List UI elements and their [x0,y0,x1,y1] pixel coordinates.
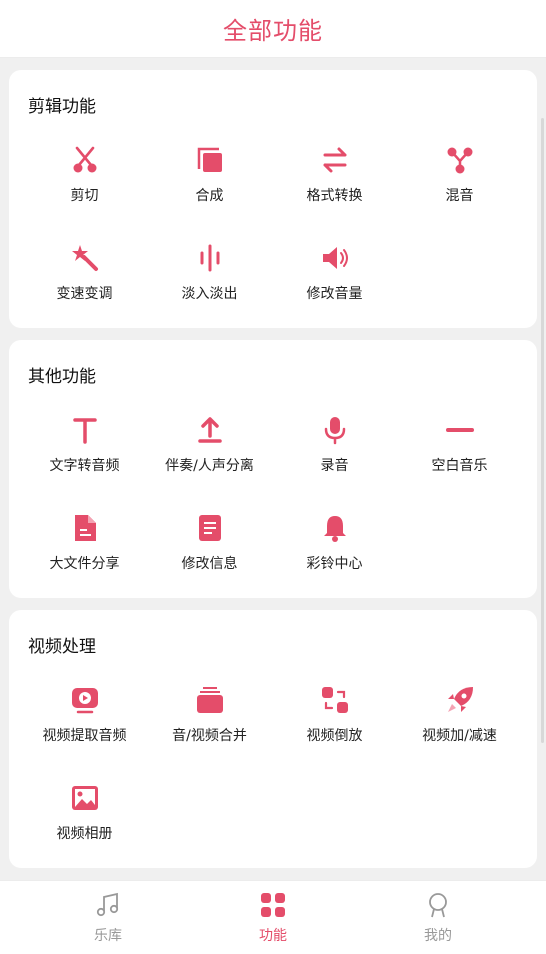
feature-cut[interactable]: 剪切 [22,145,147,215]
feature-merge[interactable]: 合成 [147,145,272,215]
scrollbar[interactable] [541,118,544,743]
reverse-icon [320,685,350,715]
feature-label: 修改音量 [306,286,363,302]
minus-icon [445,415,475,445]
feature-video-extract-audio[interactable]: 视频提取音频 [22,685,147,755]
stack-icon [195,685,225,715]
main-content[interactable]: 剪辑功能 剪切 合成 格式转换 混音 变速变调 淡入淡出 修改音量 其他功能 文… [0,58,546,880]
scissors-icon [70,145,100,175]
image-icon [70,783,100,813]
feature-label: 格式转换 [306,188,363,204]
feature-label: 空白音乐 [431,458,488,474]
app-root: 全部功能 剪辑功能 剪切 合成 格式转换 混音 变速变调 淡入淡出 修改音量 其… [0,0,546,954]
bottom-nav: 乐库 功能 我的 [0,880,546,954]
music-note-icon [94,891,122,919]
feature-large-file-share[interactable]: 大文件分享 [22,513,147,583]
feature-label: 录音 [320,458,349,474]
waveform-icon [195,243,225,273]
grid-icon [259,891,287,919]
feature-label: 视频提取音频 [42,728,127,744]
copy-stack-icon [195,145,225,175]
upload-icon [195,415,225,445]
feature-label: 大文件分享 [49,556,120,572]
feature-label: 视频倒放 [306,728,363,744]
tab-library[interactable]: 乐库 [68,891,148,951]
section-video: 视频处理 视频提取音频 音/视频合并 视频倒放 视频加/减速 视频相册 [9,610,537,868]
feature-video-speed[interactable]: 视频加/减速 [397,685,522,755]
section-other: 其他功能 文字转音频 伴奏/人声分离 录音 空白音乐 大文件分享 修改信息 彩铃… [9,340,537,598]
feature-record[interactable]: 录音 [272,415,397,485]
feature-label: 音/视频合并 [172,728,247,744]
feature-volume[interactable]: 修改音量 [272,243,397,313]
feature-label: 变速变调 [56,286,113,302]
tab-mine[interactable]: 我的 [398,891,478,951]
document-icon [195,513,225,543]
feature-label: 视频加/减速 [422,728,497,744]
tab-label: 乐库 [94,928,122,944]
feature-label: 修改信息 [181,556,238,572]
tab-label: 功能 [259,928,287,944]
section-title: 剪辑功能 [28,97,96,117]
feature-text-to-audio[interactable]: 文字转音频 [22,415,147,485]
volume-icon [320,243,350,273]
rocket-icon [445,685,475,715]
file-icon [70,513,100,543]
feature-format-convert[interactable]: 格式转换 [272,145,397,215]
swap-arrows-icon [320,145,350,175]
feature-fade[interactable]: 淡入淡出 [147,243,272,313]
section-title: 其他功能 [28,367,96,387]
feature-blank-music[interactable]: 空白音乐 [397,415,522,485]
feature-label: 伴奏/人声分离 [165,458,254,474]
feature-ringtone-center[interactable]: 彩铃中心 [272,513,397,583]
microphone-icon [320,415,350,445]
top-bar: 全部功能 [0,0,546,58]
feature-video-reverse[interactable]: 视频倒放 [272,685,397,755]
feature-label: 合成 [195,188,224,204]
tab-features[interactable]: 功能 [233,891,313,951]
feature-label: 文字转音频 [49,458,120,474]
tab-label: 我的 [424,928,452,944]
feature-label: 淡入淡出 [181,286,238,302]
bell-icon [320,513,350,543]
page-title: 全部功能 [223,17,323,45]
feature-vocal-separation[interactable]: 伴奏/人声分离 [147,415,272,485]
feature-label: 视频相册 [56,826,113,842]
feature-label: 混音 [445,188,474,204]
section-editing: 剪辑功能 剪切 合成 格式转换 混音 变速变调 淡入淡出 修改音量 [9,70,537,328]
feature-mix[interactable]: 混音 [397,145,522,215]
video-play-icon [70,685,100,715]
feature-video-album[interactable]: 视频相册 [22,783,147,853]
magic-wand-icon [70,243,100,273]
feature-edit-info[interactable]: 修改信息 [147,513,272,583]
user-icon [424,891,452,919]
feature-label: 彩铃中心 [306,556,363,572]
text-icon [70,415,100,445]
feature-label: 剪切 [70,188,99,204]
merge-icon [445,145,475,175]
feature-speed-pitch[interactable]: 变速变调 [22,243,147,313]
feature-audio-video-merge[interactable]: 音/视频合并 [147,685,272,755]
section-title: 视频处理 [28,637,96,657]
